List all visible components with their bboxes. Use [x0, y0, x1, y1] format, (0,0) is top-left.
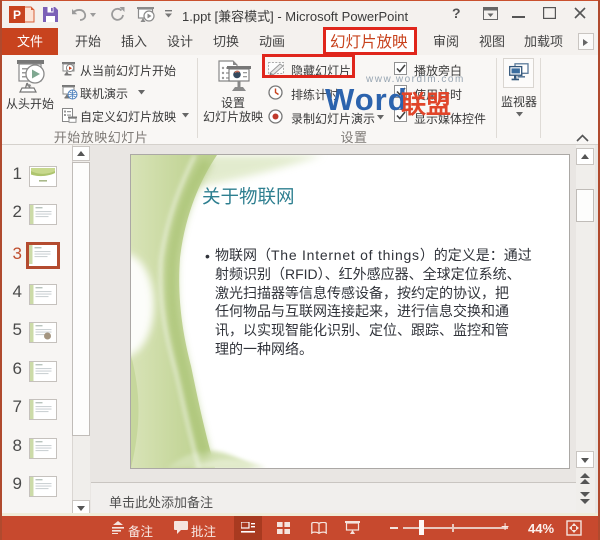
- svg-text:P: P: [13, 8, 21, 22]
